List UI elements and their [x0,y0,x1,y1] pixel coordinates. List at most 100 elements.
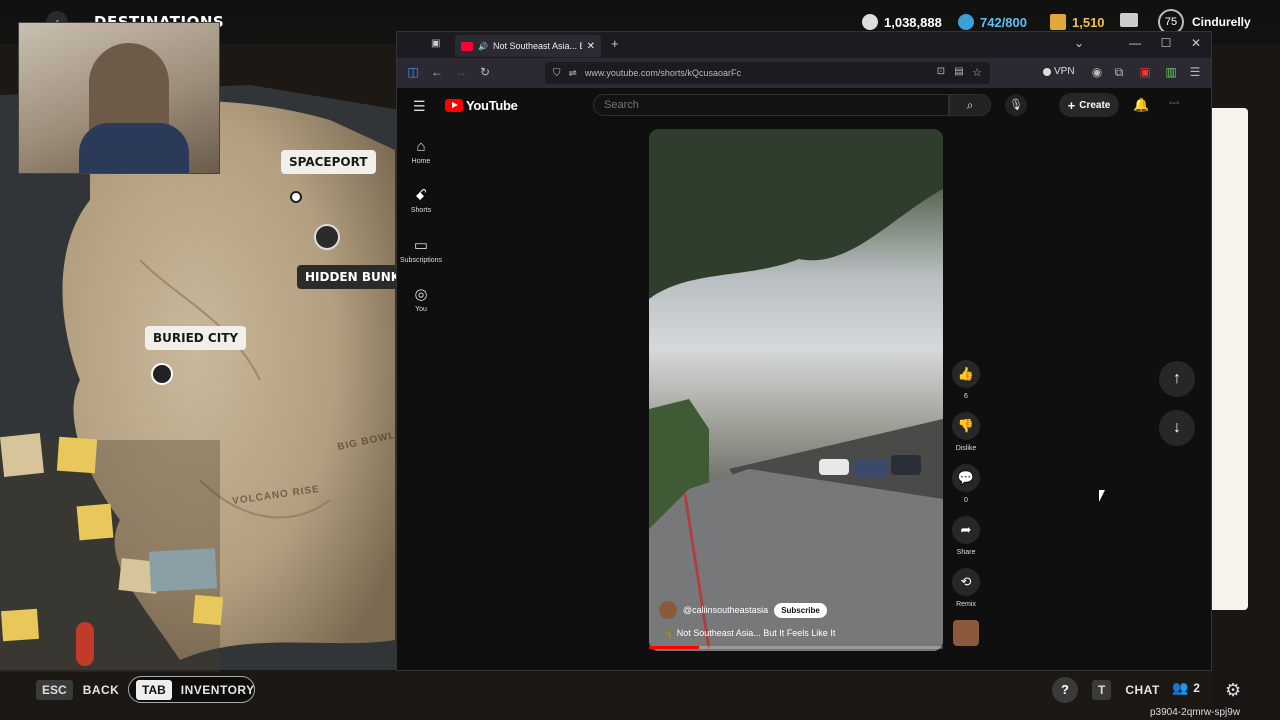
currency-tokens: 742/800 [958,12,1027,32]
token-icon [958,14,974,30]
party-icon: 👥 [1172,680,1189,695]
bars-icon [1050,14,1066,30]
sidebar-item-home[interactable]: ⌂ Home [397,138,445,165]
back-label: BACK [82,683,120,697]
search-icon[interactable]: ⌕ [949,94,991,116]
video-progress-fill [649,646,699,649]
bars-value: 1,510 [1072,14,1105,30]
reload-icon[interactable]: ↻ [477,65,493,79]
thumbs-up-icon: 👍 [952,360,980,388]
forward-icon[interactable]: → [453,65,469,79]
chat-control[interactable]: T CHAT [1092,680,1160,700]
speaker-icon[interactable]: 🔊 [478,42,488,51]
sidebar-item-label: Subscriptions [399,257,443,264]
sticky-note [76,503,114,541]
location-spaceport[interactable]: SPACEPORT [281,150,376,174]
back-control[interactable]: ESC BACK [36,680,119,700]
new-tab-icon[interactable]: + [611,36,619,51]
back-icon[interactable]: ← [429,65,445,79]
notifications-bell-icon[interactable]: 🔔 [1133,97,1149,113]
guide-menu-icon[interactable]: ☰ [413,98,426,115]
like-count: 6 [964,393,968,400]
sidebar-item-label: You [415,306,427,313]
channel-handle[interactable]: @caliinsoutheastasia [683,605,768,615]
t-key: T [1092,680,1112,700]
sticky-note [192,594,224,626]
next-short-down-arrow-icon[interactable]: ↓ [1159,410,1195,446]
tab-manager-icon[interactable]: ▣ [431,38,440,49]
party-indicator[interactable]: 👥 2 [1172,680,1200,696]
like-button[interactable]: 👍 6 [948,360,984,400]
create-label: Create [1079,99,1111,111]
video-progress-bar[interactable] [649,646,943,649]
map-photo [148,548,218,592]
sound-avatar[interactable] [953,620,979,646]
comment-icon: 💬 [952,464,980,492]
help-button[interactable]: ? [1052,677,1078,703]
browser-tab-active[interactable]: 🔊 Not Southeast Asia... Bu ✕ [455,35,601,57]
reader-icon[interactable]: ▤ [951,66,967,77]
tab-key: TAB [136,679,172,700]
channel-avatar[interactable] [659,601,677,619]
you-icon: ◎ [414,286,428,303]
create-button[interactable]: + Create [1059,93,1119,117]
spaceport-pin-icon[interactable] [290,191,302,203]
sidebar-item-label: Home [411,158,431,165]
youtube-logo[interactable]: YouTube [445,98,518,113]
loading-dots-icon: ◦-◦ [1169,98,1180,109]
sidebar-toggle-icon[interactable]: ◫ [405,65,421,79]
inventory-label: INVENTORY [180,682,255,697]
close-tab-icon[interactable]: ✕ [587,41,595,52]
screenshot-icon[interactable]: ⊡ [933,66,949,77]
vpn-label: VPN [1054,66,1075,77]
extensions-puzzle-icon[interactable]: ⧉ [1111,65,1127,80]
location-buried-city[interactable]: BURIED CITY [145,326,247,350]
adblock-icon[interactable]: ▣ [1137,65,1153,79]
subscribe-button[interactable]: Subscribe [774,602,827,618]
home-icon: ⌂ [416,138,426,155]
mail-icon[interactable] [1120,13,1138,27]
sidebar-item-shorts[interactable]: ꗃ Shorts [397,187,445,214]
settings-gear-icon[interactable]: ⚙ [1225,680,1241,701]
bookmark-star-icon[interactable]: ☆ [969,66,985,79]
menu-hamburger-icon[interactable]: ☰ [1187,65,1203,79]
short-video-player[interactable] [649,129,943,651]
bunker-icon[interactable] [314,224,340,250]
webcam-overlay [18,22,220,174]
microphone-icon[interactable]: 🎙 [1005,94,1027,116]
game-side-panel [1212,108,1248,610]
search-input[interactable] [593,94,949,116]
url-text: www.youtube.com/shorts/kQcusaoarFc [584,68,741,78]
buried-city-pin-icon[interactable] [151,363,173,385]
maximize-icon[interactable]: ☐ [1156,36,1176,50]
share-arrow-icon: ➦ [952,516,980,544]
remix-button[interactable]: ⟲ Remix [948,568,984,608]
party-count: 2 [1193,681,1201,695]
short-title-text: Not Southeast Asia... But It Feels Like … [676,628,836,638]
site-info-icon[interactable]: ⇌ [569,68,577,79]
address-bar[interactable]: ⛉ ⇌ www.youtube.com/shorts/kQcusaoarFc [545,62,990,84]
close-window-icon[interactable]: ✕ [1186,36,1206,50]
sidebar-item-subscriptions[interactable]: ▭ Subscriptions [397,236,445,264]
short-title[interactable]: 🌴 Not Southeast Asia... But It Feels Lik… [663,628,835,639]
tokens-value: 742/800 [980,14,1027,30]
tab-title: Not Southeast Asia... Bu [492,41,582,51]
extension-icon[interactable]: ◉ [1089,65,1105,79]
previous-short-up-arrow-icon[interactable]: ↑ [1159,361,1195,397]
comment-count: 0 [964,497,968,504]
comments-button[interactable]: 💬 0 [948,464,984,504]
share-button[interactable]: ➦ Share [948,516,984,556]
browser-window: ▣ 🔊 Not Southeast Asia... Bu ✕ + ⌄ — ☐ ✕… [396,31,1212,671]
sticky-note [56,436,98,474]
equalizer-icon[interactable]: ▥ [1163,65,1179,79]
coins-value: 1,038,888 [884,14,942,30]
player-username: Cindurelly [1192,15,1251,29]
inventory-control[interactable]: TAB INVENTORY [128,676,255,703]
shield-icon[interactable]: ⛉ [553,68,561,79]
minimize-icon[interactable]: — [1125,36,1145,50]
dislike-button[interactable]: 👎 Dislike [948,412,984,452]
vpn-button[interactable]: VPN [1043,66,1075,77]
red-token [76,622,94,666]
tab-list-chevron-icon[interactable]: ⌄ [1069,36,1089,50]
sidebar-item-you[interactable]: ◎ You [397,285,445,313]
